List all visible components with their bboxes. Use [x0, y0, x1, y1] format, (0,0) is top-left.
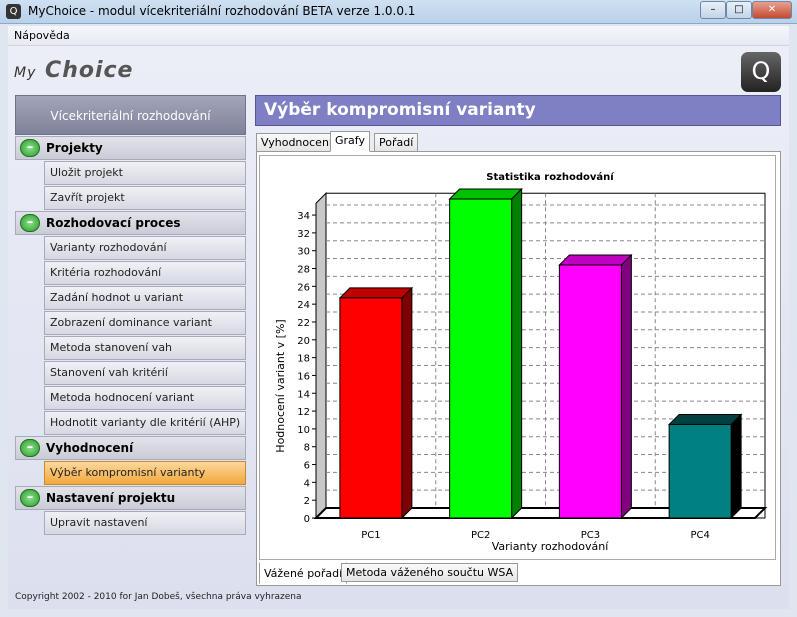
sidebar-section[interactable]: – Projekty — [15, 136, 246, 160]
copyright-text: Copyright 2002 - 2010 for Jan Dobeš, vše… — [15, 592, 302, 602]
bar-top — [667, 413, 743, 425]
section-label: Rozhodovací proces — [46, 216, 181, 230]
sidebar-section[interactable]: – Nastavení projektu — [15, 486, 246, 510]
x-tick-label: PC1 — [361, 530, 380, 541]
left-wall — [315, 192, 327, 520]
tab-metoda-wsa[interactable]: Metoda váženého součtu WSA — [341, 563, 519, 582]
tab-vazene-poradi[interactable]: Vážené pořadí — [259, 562, 348, 584]
collapse-icon[interactable]: – — [20, 439, 40, 457]
window-title: MyChoice - modul vícekriteriální rozhodo… — [28, 4, 416, 18]
sidebar-item[interactable]: Upravit nastavení — [44, 511, 246, 535]
tab-vyhodnoceni[interactable]: Vyhodnocení — [256, 133, 337, 152]
y-tick-label: 30 — [297, 247, 310, 258]
y-tick-label: 6 — [304, 461, 310, 472]
y-tick-label: 16 — [297, 371, 310, 382]
sidebar-item[interactable]: Kritéria rozhodování — [44, 261, 246, 285]
bar-pc3 — [558, 264, 622, 519]
bar-side — [620, 253, 632, 520]
y-tick-label: 24 — [297, 300, 310, 311]
y-tick-label: 4 — [304, 478, 310, 489]
y-tick-label: 12 — [297, 407, 310, 418]
sidebar-section[interactable]: – Vyhodnocení — [15, 436, 246, 460]
y-tick-label: 34 — [297, 211, 310, 222]
section-label: Nastavení projektu — [46, 491, 176, 505]
x-tick-label: PC4 — [690, 530, 709, 541]
page-title: Výběr kompromisní varianty — [255, 95, 781, 126]
collapse-icon[interactable]: – — [20, 139, 40, 157]
title-bar: Q MyChoice - modul vícekriteriální rozho… — [0, 0, 797, 24]
menu-help[interactable]: Nápověda — [14, 29, 70, 42]
bar-top — [558, 254, 633, 266]
collapse-icon[interactable]: – — [20, 214, 40, 232]
y-tick-label: 10 — [297, 425, 310, 436]
sidebar-item[interactable]: Varianty rozhodování — [44, 236, 246, 260]
brand-logo-icon: Q — [741, 52, 781, 92]
bar-side — [401, 286, 413, 520]
sidebar-item[interactable]: Zavřít projekt — [44, 186, 246, 210]
sidebar-item[interactable]: Uložit projekt — [44, 161, 246, 185]
sidebar-item[interactable]: Metoda hodnocení variant — [44, 386, 246, 410]
bar-pc2 — [449, 198, 513, 519]
y-tick-label: 26 — [297, 282, 310, 293]
bar-pc1 — [339, 297, 403, 519]
bar-side — [730, 413, 742, 520]
app-logo: My Choice — [14, 58, 134, 83]
sidebar-item[interactable]: Stanovení vah kritérií — [44, 361, 246, 385]
y-tick-label: 2 — [304, 496, 310, 507]
collapse-icon[interactable]: – — [20, 489, 40, 507]
bar-pc4 — [668, 423, 732, 519]
y-tick-label: 22 — [297, 318, 310, 329]
sidebar-item[interactable]: Hodnotit varianty dle kritérií (AHP) — [44, 411, 246, 435]
y-tick-label: 18 — [297, 354, 310, 365]
tab-poradi[interactable]: Pořadí — [374, 133, 419, 152]
bar-top — [338, 287, 414, 299]
y-tick-label: 0 — [304, 514, 310, 525]
sidebar-item[interactable]: Zadání hodnot u variant — [44, 286, 246, 310]
maximize-button[interactable]: □ — [726, 1, 752, 19]
sidebar-item[interactable]: Výběr kompromisní varianty — [44, 461, 246, 485]
section-label: Projekty — [46, 141, 103, 155]
y-axis-label: Hodnocení variant v [%] — [274, 319, 287, 452]
sidebar-section[interactable]: – Rozhodovací proces — [15, 211, 246, 235]
sidebar-header: Vícekriteriální rozhodování — [15, 95, 246, 135]
y-tick-label: 14 — [297, 389, 310, 400]
y-tick-label: 28 — [297, 265, 310, 276]
sidebar-item[interactable]: Zobrazení dominance variant — [44, 311, 246, 335]
tab-grafy[interactable]: Grafy — [330, 131, 370, 152]
minimize-button[interactable]: – — [700, 1, 726, 19]
y-tick-label: 8 — [304, 443, 310, 454]
close-button[interactable]: ✕ — [752, 1, 792, 19]
bar-side — [511, 187, 523, 520]
bar-top — [448, 188, 523, 200]
section-label: Vyhodnocení — [46, 441, 134, 455]
app-logo-icon: Q — [6, 4, 21, 19]
y-tick-label: 20 — [297, 336, 310, 347]
chart: 0 2 4 6 8 10 12 14 16 18 20 22 24 26 28 30 32 34 PC1 PC2 PC3… — [259, 155, 776, 560]
x-tick-label: PC2 — [471, 530, 490, 541]
sidebar-item[interactable]: Metoda stanovení vah — [44, 336, 246, 360]
x-axis-label: Varianty rozhodování — [492, 540, 609, 553]
menu-bar: Nápověda — [8, 26, 789, 46]
y-tick-label: 32 — [297, 229, 310, 240]
chart-title: Statistika rozhodování — [486, 171, 614, 183]
